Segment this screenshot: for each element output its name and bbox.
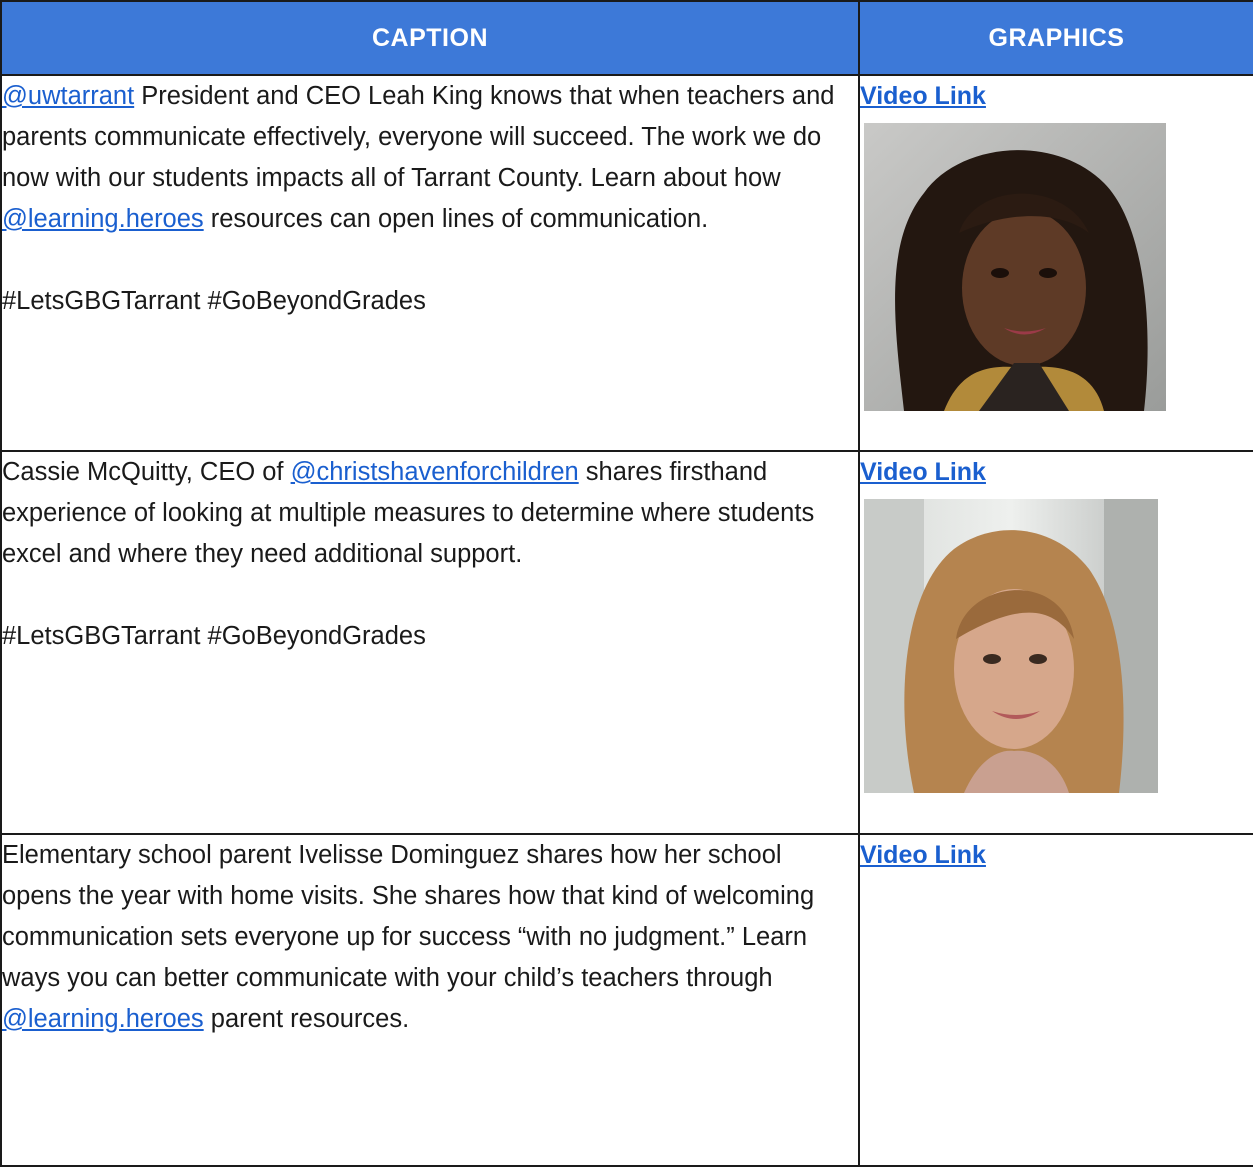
graphics-cell: Video Link: [858, 74, 1253, 452]
caption-header: CAPTION: [0, 0, 860, 76]
table-row: @uwtarrant President and CEO Leah King k…: [0, 74, 1253, 452]
caption-segment: Cassie McQuitty, CEO of: [2, 458, 291, 486]
caption-text: @uwtarrant President and CEO Leah King k…: [2, 76, 858, 240]
video-thumbnail-cassie-mcquitty[interactable]: [864, 499, 1158, 793]
caption-segment: resources can open lines of communicatio…: [203, 205, 709, 233]
video-link[interactable]: Video Link: [860, 452, 1253, 493]
caption-cell: Cassie McQuitty, CEO of @christshavenfor…: [0, 450, 860, 835]
video-link[interactable]: Video Link: [860, 835, 1253, 876]
table-row: Elementary school parent Ivelisse Doming…: [0, 833, 1253, 1167]
mention-link[interactable]: @learning.heroes: [2, 205, 204, 233]
mention-link[interactable]: @learning.heroes: [2, 1005, 204, 1033]
header-row: CAPTION GRAPHICS: [0, 0, 1253, 76]
caption-segment: Elementary school parent Ivelisse Doming…: [2, 841, 815, 992]
video-link[interactable]: Video Link: [860, 76, 1253, 117]
hashtags: #LetsGBGTarrant #GoBeyondGrades: [2, 622, 426, 650]
caption-segment: parent resources.: [203, 1005, 410, 1033]
mention-link[interactable]: @christshavenforchildren: [291, 458, 579, 486]
mention-link[interactable]: @uwtarrant: [2, 82, 134, 110]
content-table: CAPTION GRAPHICS @uwtarrant President an…: [0, 0, 1253, 1167]
caption-text: Cassie McQuitty, CEO of @christshavenfor…: [2, 452, 858, 575]
hashtags: #LetsGBGTarrant #GoBeyondGrades: [2, 287, 426, 315]
caption-cell: @uwtarrant President and CEO Leah King k…: [0, 74, 860, 452]
graphics-cell: Video Link: [858, 450, 1253, 835]
graphics-header: GRAPHICS: [858, 0, 1253, 76]
video-thumbnail-leah-king[interactable]: [864, 123, 1166, 411]
table-row: Cassie McQuitty, CEO of @christshavenfor…: [0, 450, 1253, 835]
caption-cell: Elementary school parent Ivelisse Doming…: [0, 833, 860, 1167]
graphics-cell: Video Link: [858, 833, 1253, 1167]
caption-text: Elementary school parent Ivelisse Doming…: [2, 835, 858, 1040]
